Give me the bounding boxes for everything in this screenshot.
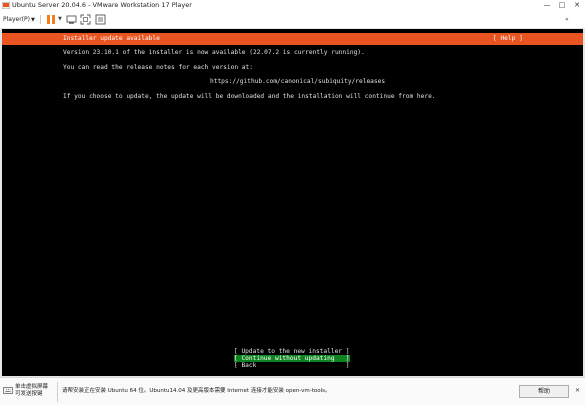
- window-title: Ubuntu Server 20.04.6 - VMware Workstati…: [12, 1, 192, 9]
- pause-dropdown-icon[interactable]: ▼: [58, 14, 62, 25]
- release-notes-url: https://github.com/canonical/subiquity/r…: [210, 78, 386, 85]
- keyboard-click-icon: [3, 387, 13, 394]
- chevron-down-icon: ▼: [30, 17, 35, 23]
- version-notice: Version 23.10.1 of the installer is now …: [63, 49, 365, 56]
- vmtools-install-message: 请帮安装正在安装 Ubuntu 64 位。Ubuntu14.04 及更高版本需要…: [62, 388, 331, 394]
- installer-screen[interactable]: Installer update available [ Help ] Vers…: [2, 29, 583, 376]
- help-button[interactable]: [ Help ]: [493, 35, 523, 43]
- update-explanation: If you choose to update, the update will…: [63, 93, 436, 100]
- vmware-app-icon: [2, 2, 10, 9]
- maximize-button[interactable]: □: [556, 0, 568, 11]
- info-divider: [57, 382, 58, 402]
- expand-toolbar-icon[interactable]: «: [565, 14, 569, 25]
- minimize-button[interactable]: —: [541, 0, 553, 11]
- installer-header-title: Installer update available: [63, 35, 160, 42]
- player-menu-label: Player(P): [3, 16, 30, 23]
- player-toolbar: Player(P)▼ ▼ «: [0, 11, 585, 28]
- send-ctrl-alt-del-icon[interactable]: [66, 14, 77, 25]
- toolbar-divider: [40, 15, 41, 24]
- close-button[interactable]: ✕: [571, 0, 583, 11]
- hint-line-2: 可发送按键: [15, 391, 43, 397]
- unity-mode-icon[interactable]: [95, 14, 106, 25]
- release-notes-text: You can read the release notes for each …: [63, 64, 253, 71]
- vmware-info-bar: 单击虚拟屏幕 可发送按键 请帮安装正在安装 Ubuntu 64 位。Ubuntu…: [0, 377, 585, 405]
- player-menu-button[interactable]: Player(P)▼: [3, 14, 35, 25]
- click-to-send-keys-hint: 单击虚拟屏幕 可发送按键: [15, 384, 48, 398]
- info-help-button[interactable]: 帮助: [519, 385, 569, 398]
- window-titlebar: Ubuntu Server 20.04.6 - VMware Workstati…: [0, 0, 585, 11]
- hint-line-1: 单击虚拟屏幕: [15, 384, 49, 390]
- continue-without-updating-option[interactable]: [ Continue without updating ]: [234, 355, 350, 362]
- pause-icon[interactable]: [45, 14, 56, 25]
- update-installer-option[interactable]: [ Update to the new installer ]: [234, 348, 349, 355]
- back-option[interactable]: [ Back ]: [234, 362, 349, 369]
- close-icon[interactable]: ✕: [575, 386, 580, 396]
- vm-console[interactable]: Installer update available [ Help ] Vers…: [0, 28, 585, 377]
- fullscreen-icon[interactable]: [80, 14, 91, 25]
